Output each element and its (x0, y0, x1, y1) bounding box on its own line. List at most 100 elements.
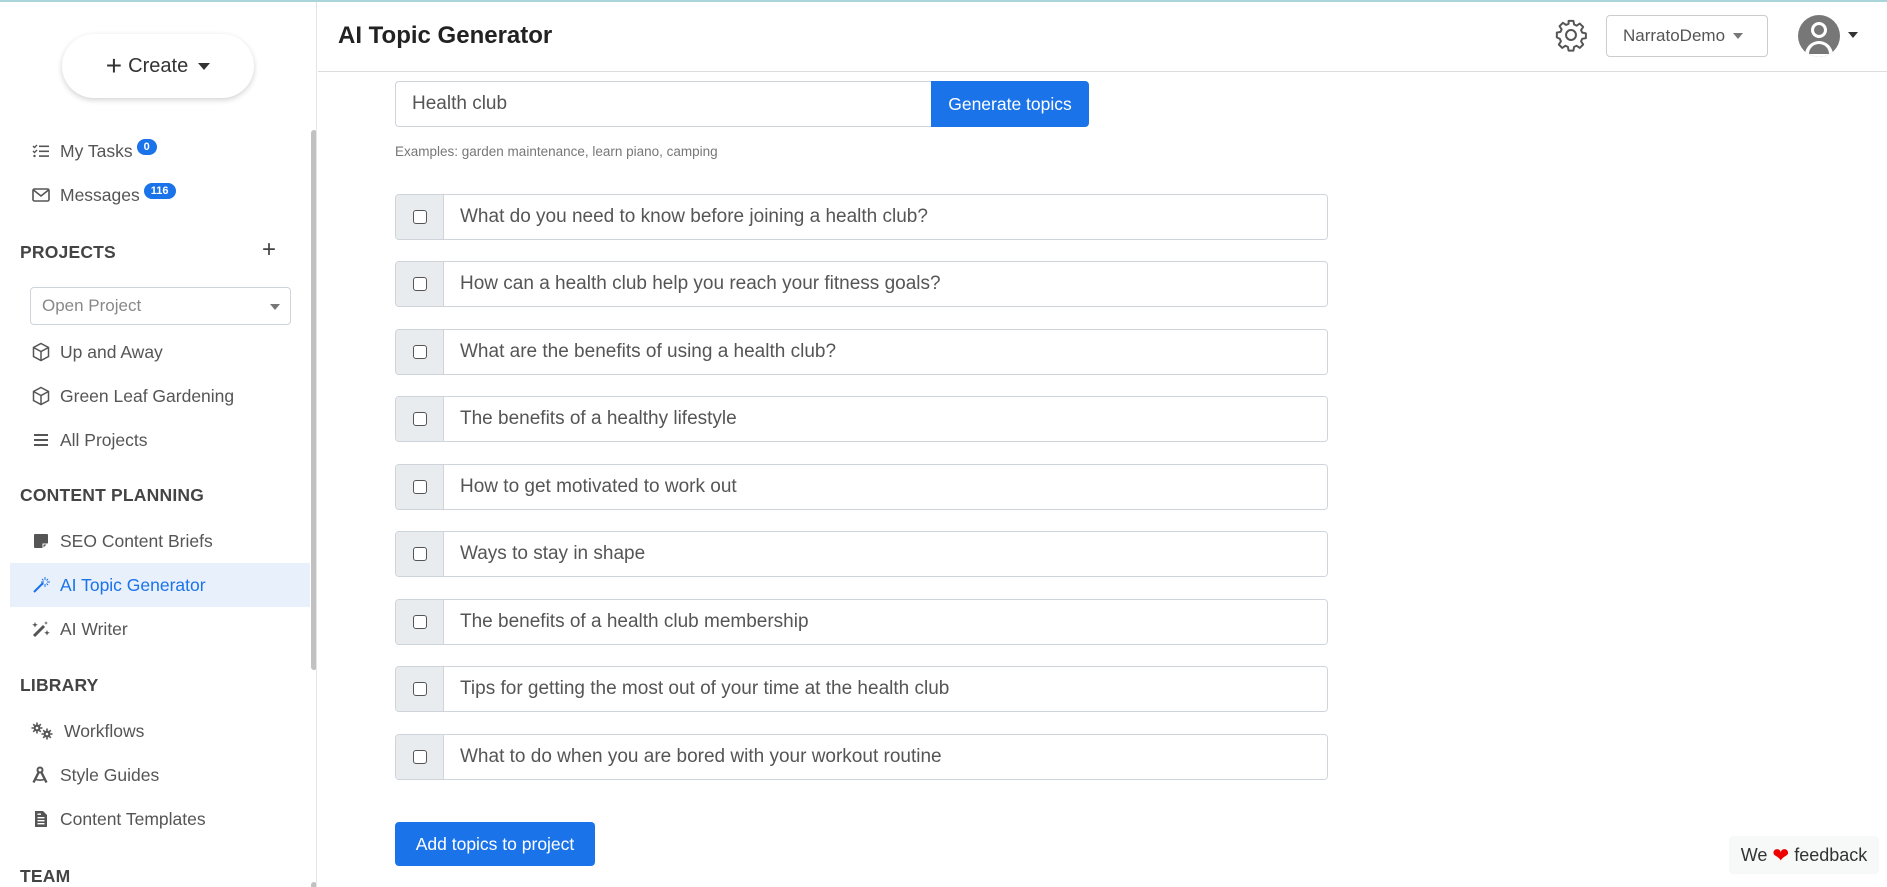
sidebar-item-project[interactable]: Up and Away (10, 330, 310, 374)
ai-topic-generator-label: AI Topic Generator (60, 574, 206, 595)
topic-checkbox[interactable] (412, 750, 427, 764)
topic-text: How to get motivated to work out (444, 465, 1327, 509)
topic-checkbox[interactable] (412, 682, 427, 696)
feedback-button[interactable]: We ❤ feedback (1729, 836, 1879, 874)
topic-text: Tips for getting the most out of your ti… (444, 667, 1327, 711)
topic-row: What to do when you are bored with your … (395, 734, 1328, 780)
topic-text: What do you need to know before joining … (444, 195, 1327, 239)
topic-checkbox[interactable] (412, 345, 427, 359)
avatar-inner-head (1814, 25, 1824, 35)
checkbox-cell (396, 532, 444, 576)
topic-text: The benefits of a health club membership (444, 600, 1327, 644)
file-document-icon (30, 809, 52, 829)
project-label: Green Leaf Gardening (60, 385, 235, 406)
checkbox-cell (396, 600, 444, 644)
workspace-select[interactable]: NarratoDemo (1606, 15, 1768, 57)
sidebar-item-content-templates[interactable]: Content Templates (10, 797, 310, 841)
gears-icon (30, 721, 56, 741)
style-guides-label: Style Guides (60, 764, 160, 785)
checkbox-cell (396, 262, 444, 306)
sidebar-item-messages[interactable]: Messages 116 (10, 173, 310, 217)
ai-writer-label: AI Writer (60, 618, 128, 639)
content-planning-heading: CONTENT PLANNING (20, 485, 205, 505)
feedback-prefix: We (1740, 844, 1768, 865)
topic-checkbox[interactable] (412, 547, 427, 561)
examples-hint: Examples: garden maintenance, learn pian… (395, 144, 718, 159)
topic-row: What do you need to know before joining … (395, 194, 1328, 240)
sidebar-item-my-tasks[interactable]: My Tasks 0 (10, 129, 310, 173)
checkbox-cell (396, 735, 444, 779)
topic-checkbox[interactable] (412, 277, 427, 291)
content-templates-label: Content Templates (60, 808, 206, 829)
sidebar-item-seo-content-briefs[interactable]: SEO Content Briefs (10, 519, 310, 563)
topic-text: How can a health club help you reach you… (444, 262, 1327, 306)
page-title: AI Topic Generator (338, 22, 553, 49)
topic-text: Ways to stay in shape (444, 532, 1327, 576)
topic-row: The benefits of a health club membership (395, 599, 1328, 645)
box-icon (30, 386, 52, 406)
all-projects-label: All Projects (60, 429, 148, 450)
topic-checkbox[interactable] (412, 615, 427, 629)
add-project-button[interactable]: + (262, 238, 276, 262)
topic-checkbox[interactable] (412, 210, 427, 224)
projects-heading: PROJECTS (20, 242, 116, 262)
sidebar-item-all-projects[interactable]: All Projects (10, 418, 310, 462)
settings-gear-icon[interactable] (1554, 18, 1588, 52)
add-topics-to-project-button[interactable]: Add topics to project (395, 822, 595, 866)
topic-row: How can a health club help you reach you… (395, 261, 1328, 307)
envelope-icon (30, 185, 52, 205)
topic-text: What are the benefits of using a health … (444, 330, 1327, 374)
user-avatar[interactable] (1798, 15, 1840, 57)
sidebar-scrollbar-secondary[interactable] (311, 882, 316, 887)
team-heading: TEAM (20, 866, 71, 886)
open-project-placeholder: Open Project (42, 296, 142, 315)
my-tasks-label: My Tasks (60, 140, 133, 161)
checkbox-cell (396, 667, 444, 711)
sticky-note-icon (30, 531, 52, 551)
sidebar-scrollbar[interactable] (311, 130, 316, 670)
sidebar-item-ai-topic-generator[interactable]: AI Topic Generator (10, 563, 310, 607)
magic-wand-icon (30, 575, 52, 595)
topic-checkbox[interactable] (412, 412, 427, 426)
sidebar: + Create My Tasks 0 Messages 116 PROJECT… (0, 2, 317, 887)
library-heading: LIBRARY (20, 675, 99, 695)
topic-row: What are the benefits of using a health … (395, 329, 1328, 375)
list-icon (30, 430, 52, 450)
caret-down-icon (198, 62, 211, 70)
sidebar-item-workflows[interactable]: Workflows (10, 709, 310, 753)
checkbox-cell (396, 397, 444, 441)
workspace-name: NarratoDemo (1623, 26, 1726, 45)
header: AI Topic Generator NarratoDemo (318, 2, 1887, 72)
sidebar-item-project[interactable]: Green Leaf Gardening (10, 374, 310, 418)
messages-label: Messages (60, 184, 140, 205)
checkbox-cell (396, 195, 444, 239)
task-list-icon (30, 141, 52, 161)
topic-text: What to do when you are bored with your … (444, 735, 1327, 779)
workflows-label: Workflows (64, 720, 145, 741)
messages-count-badge: 116 (143, 183, 176, 199)
open-project-select[interactable]: Open Project (30, 287, 291, 325)
topic-text: The benefits of a healthy lifestyle (444, 397, 1327, 441)
checkbox-cell (396, 330, 444, 374)
create-button[interactable]: + Create (62, 34, 254, 98)
topic-row: The benefits of a healthy lifestyle (395, 396, 1328, 442)
plus-icon: + (105, 50, 123, 81)
topic-row: Ways to stay in shape (395, 531, 1328, 577)
checkbox-cell (396, 465, 444, 509)
topic-checkbox[interactable] (412, 480, 427, 494)
project-label: Up and Away (60, 341, 163, 362)
generate-topics-button[interactable]: Generate topics (931, 81, 1089, 127)
box-icon (30, 342, 52, 362)
caret-down-icon (270, 304, 280, 310)
my-tasks-count-badge: 0 (136, 139, 157, 155)
magic-wand-sparkles-icon (30, 619, 52, 639)
topic-row: How to get motivated to work out (395, 464, 1328, 510)
create-label: Create (128, 54, 189, 77)
seo-content-briefs-label: SEO Content Briefs (60, 530, 213, 551)
topic-input[interactable] (395, 81, 931, 127)
sidebar-item-style-guides[interactable]: Style Guides (10, 753, 310, 797)
caret-down-icon (1733, 33, 1744, 39)
caret-down-icon[interactable] (1848, 32, 1858, 38)
compass-drafting-icon (30, 765, 52, 785)
sidebar-item-ai-writer[interactable]: AI Writer (10, 607, 310, 651)
